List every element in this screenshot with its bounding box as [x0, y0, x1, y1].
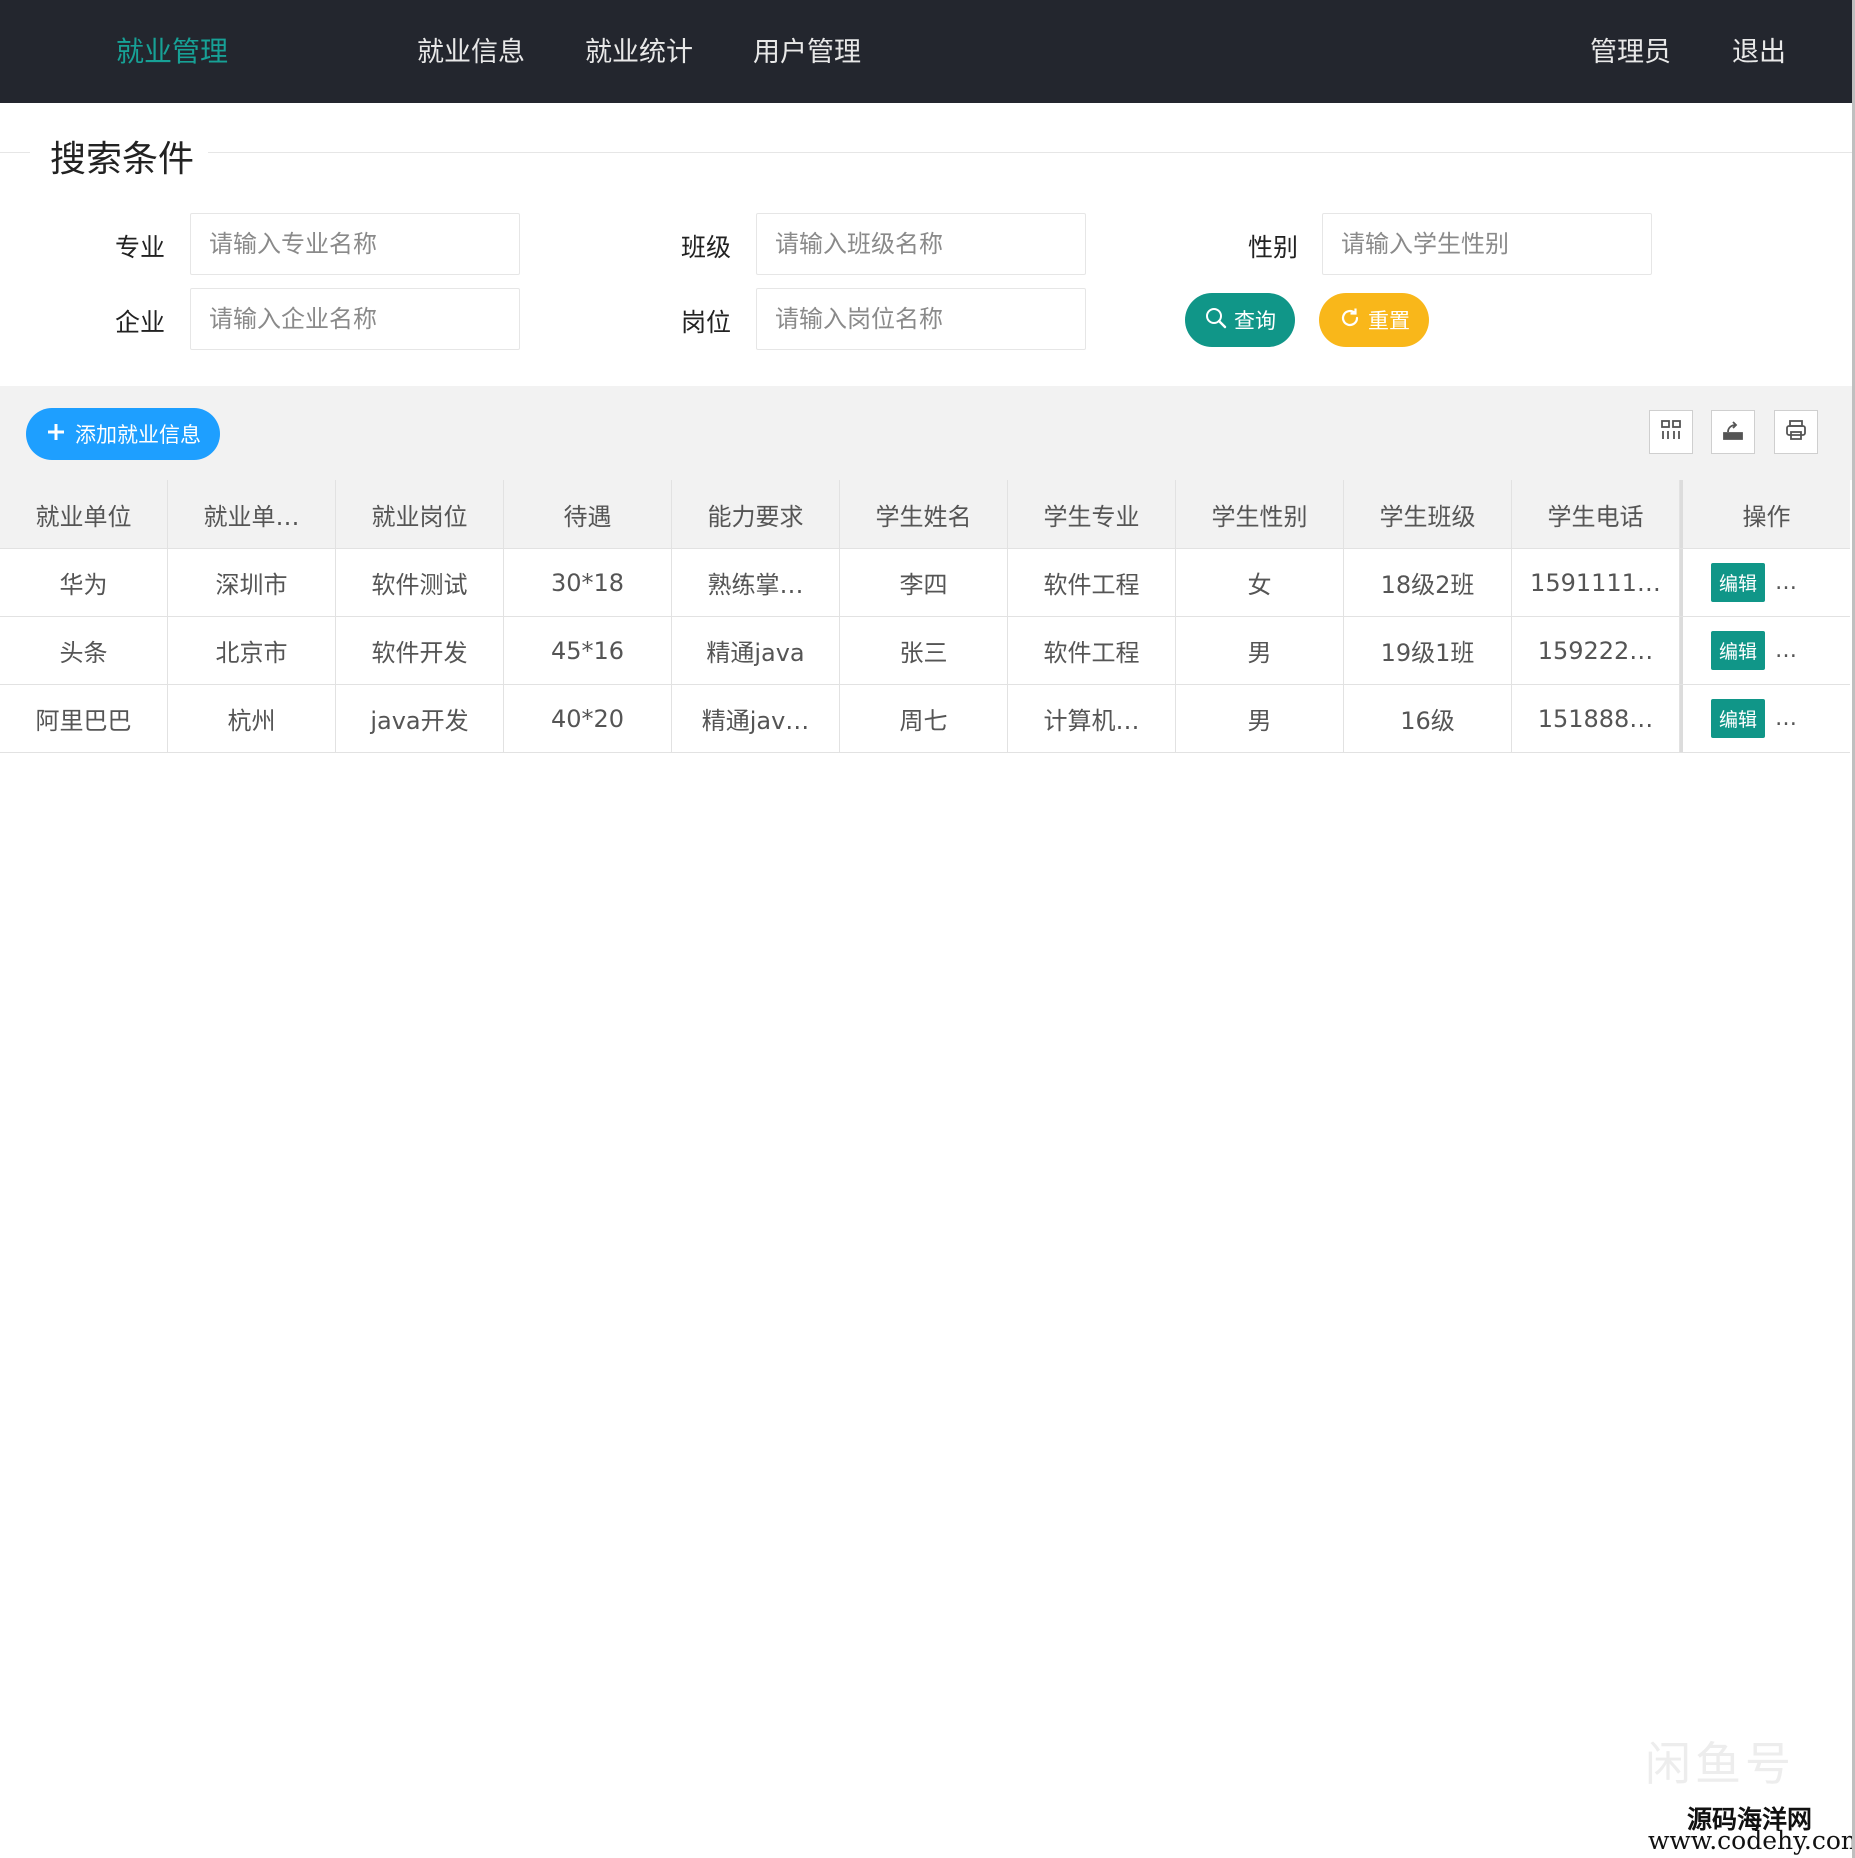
- nav-logout[interactable]: 退出: [1732, 30, 1786, 69]
- more-actions[interactable]: …: [1775, 570, 1798, 595]
- more-actions[interactable]: …: [1775, 638, 1798, 663]
- table-cell: 男: [1176, 685, 1344, 752]
- nav-link-employment-stats[interactable]: 就业统计: [585, 30, 693, 69]
- table-cell: 18级2班: [1344, 549, 1512, 616]
- fieldset-border: [0, 152, 30, 153]
- table-cell: 北京市: [168, 617, 336, 684]
- table-cell: 深圳市: [168, 549, 336, 616]
- row-actions: 编辑 …: [1680, 617, 1850, 684]
- table-cell: 精通jav…: [672, 685, 840, 752]
- nav-link-employment-info[interactable]: 就业信息: [417, 30, 525, 69]
- position-input[interactable]: [756, 288, 1086, 350]
- edit-button[interactable]: 编辑: [1711, 563, 1766, 602]
- employment-table: 就业单位 就业单… 就业岗位 待遇 能力要求 学生姓名 学生专业 学生性别 学生…: [0, 480, 1850, 753]
- gender-input[interactable]: [1322, 213, 1652, 275]
- table-cell: 软件工程: [1008, 617, 1176, 684]
- page: 就业管理 就业信息 就业统计 用户管理 管理员 退出 搜索条件 专业 班级 性别…: [0, 0, 1855, 1858]
- table-cell: 16级: [1344, 685, 1512, 752]
- table-cell: 华为: [0, 549, 168, 616]
- export-icon: [1721, 418, 1745, 446]
- col-header-actions: 操作: [1680, 480, 1850, 548]
- top-nav: 就业管理 就业信息 就业统计 用户管理 管理员 退出: [0, 0, 1852, 103]
- table-cell: 女: [1176, 549, 1344, 616]
- col-header[interactable]: 学生电话: [1512, 480, 1680, 548]
- label-gender: 性别: [1247, 233, 1298, 262]
- col-header[interactable]: 能力要求: [672, 480, 840, 548]
- reset-label: 重置: [1368, 309, 1410, 333]
- table-cell: 头条: [0, 617, 168, 684]
- edit-button[interactable]: 编辑: [1711, 631, 1766, 670]
- table-toolbar: 添加就业信息: [0, 386, 1852, 480]
- table-cell: 周七: [840, 685, 1008, 752]
- col-header[interactable]: 学生姓名: [840, 480, 1008, 548]
- columns-icon: [1659, 418, 1683, 446]
- edit-button[interactable]: 编辑: [1711, 699, 1766, 738]
- col-header[interactable]: 学生专业: [1008, 480, 1176, 548]
- col-header[interactable]: 就业单…: [168, 480, 336, 548]
- table-cell: 计算机…: [1008, 685, 1176, 752]
- table-row[interactable]: 华为 深圳市 软件测试 30*18 熟练掌… 李四 软件工程 女 18级2班 1…: [0, 549, 1850, 617]
- label-class: 班级: [680, 233, 731, 262]
- col-header[interactable]: 学生班级: [1344, 480, 1512, 548]
- class-input[interactable]: [756, 213, 1086, 275]
- major-input[interactable]: [190, 213, 520, 275]
- company-input[interactable]: [190, 288, 520, 350]
- columns-button[interactable]: [1649, 410, 1693, 454]
- table-row[interactable]: 头条 北京市 软件开发 45*16 精通java 张三 软件工程 男 19级1班…: [0, 617, 1850, 685]
- table-cell: 张三: [840, 617, 1008, 684]
- table-cell: 杭州: [168, 685, 336, 752]
- watermark-faint: 闲鱼号: [1645, 1737, 1795, 1791]
- add-employment-label: 添加就业信息: [75, 423, 201, 447]
- table-cell: 19级1班: [1344, 617, 1512, 684]
- table-cell: 软件工程: [1008, 549, 1176, 616]
- row-actions: 编辑 …: [1680, 549, 1850, 616]
- nav-brand[interactable]: 就业管理: [116, 30, 228, 70]
- col-header[interactable]: 学生性别: [1176, 480, 1344, 548]
- table-cell: 软件测试: [336, 549, 504, 616]
- table-header: 就业单位 就业单… 就业岗位 待遇 能力要求 学生姓名 学生专业 学生性别 学生…: [0, 480, 1850, 549]
- label-position: 岗位: [680, 308, 731, 337]
- table-cell: 软件开发: [336, 617, 504, 684]
- nav-user-admin[interactable]: 管理员: [1590, 30, 1671, 69]
- table-cell: java开发: [336, 685, 504, 752]
- table-cell: 男: [1176, 617, 1344, 684]
- query-button[interactable]: 查询: [1185, 293, 1295, 347]
- nav-link-user-management[interactable]: 用户管理: [753, 30, 861, 69]
- table-cell: 阿里巴巴: [0, 685, 168, 752]
- table-cell: 1591111…: [1512, 549, 1680, 616]
- add-employment-button[interactable]: 添加就业信息: [26, 408, 220, 460]
- col-header[interactable]: 待遇: [504, 480, 672, 548]
- search-legend: 搜索条件: [50, 139, 195, 180]
- refresh-icon: [1338, 306, 1362, 335]
- table-cell: 熟练掌…: [672, 549, 840, 616]
- search-icon: [1204, 306, 1228, 335]
- print-button[interactable]: [1774, 410, 1818, 454]
- fieldset-border: [208, 152, 1852, 153]
- col-header[interactable]: 就业岗位: [336, 480, 504, 548]
- more-actions[interactable]: …: [1775, 706, 1798, 731]
- label-company: 企业: [114, 308, 165, 337]
- reset-button[interactable]: 重置: [1319, 293, 1429, 347]
- table-cell: 40*20: [504, 685, 672, 752]
- table-cell: 159222…: [1512, 617, 1680, 684]
- table-cell: 李四: [840, 549, 1008, 616]
- export-button[interactable]: [1711, 410, 1755, 454]
- table-cell: 30*18: [504, 549, 672, 616]
- label-major: 专业: [114, 233, 165, 262]
- table-row[interactable]: 阿里巴巴 杭州 java开发 40*20 精通jav… 周七 计算机… 男 16…: [0, 685, 1850, 753]
- row-actions: 编辑 …: [1680, 685, 1850, 752]
- print-icon: [1784, 418, 1808, 446]
- plus-icon: [45, 421, 67, 448]
- col-header[interactable]: 就业单位: [0, 480, 168, 548]
- table-cell: 45*16: [504, 617, 672, 684]
- table-cell: 151888…: [1512, 685, 1680, 752]
- table-cell: 精通java: [672, 617, 840, 684]
- query-label: 查询: [1234, 309, 1276, 333]
- watermark-site-url: www.codehy.com: [1648, 1826, 1855, 1855]
